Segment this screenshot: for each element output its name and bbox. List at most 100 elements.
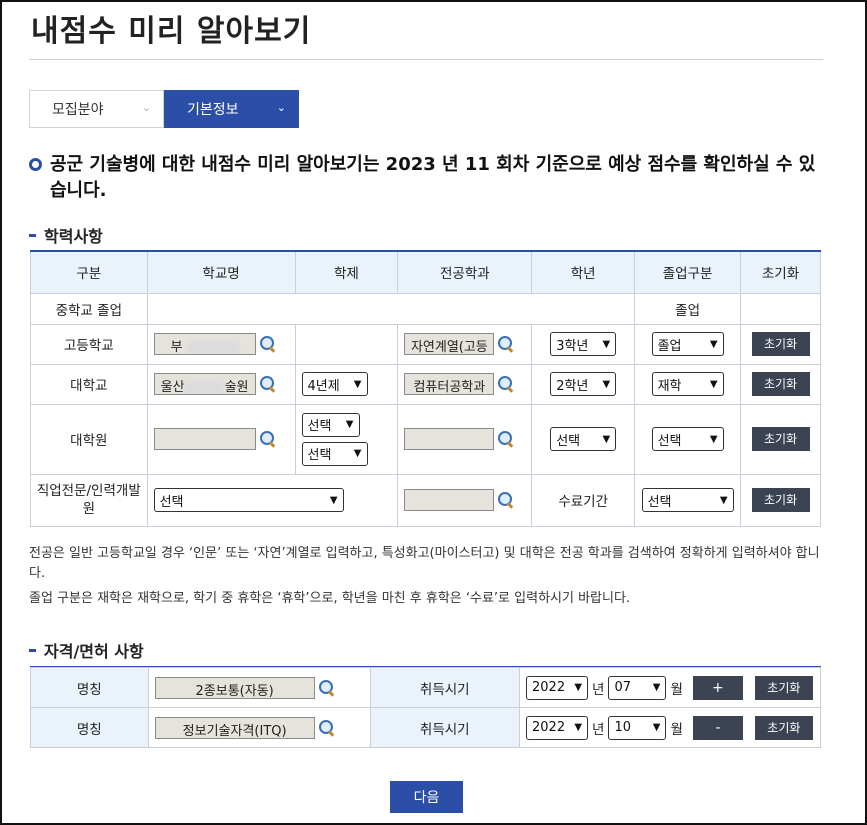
chevron-down-icon: ▼: [602, 378, 611, 390]
search-icon[interactable]: [497, 491, 515, 509]
period-select[interactable]: 선택 ▼: [641, 488, 734, 512]
reset-button[interactable]: 초기화: [751, 332, 810, 356]
degree-select[interactable]: 선택 ▼: [301, 441, 368, 466]
select-value: 재학: [657, 378, 682, 394]
license-name-field[interactable]: 2종보통(자동): [154, 676, 315, 699]
dash-icon: [29, 233, 36, 237]
month-unit: 월: [670, 721, 683, 738]
reset-button[interactable]: 초기화: [754, 715, 813, 740]
empty-cell: [740, 292, 821, 325]
row-label: 취득시기: [369, 667, 521, 708]
graduation-select[interactable]: 재학 ▼: [651, 372, 724, 396]
reset-button[interactable]: 초기화: [754, 675, 813, 700]
search-icon[interactable]: [497, 430, 515, 448]
major-field[interactable]: 컴퓨터공학과: [404, 373, 495, 395]
chevron-down-icon: ▼: [345, 419, 354, 430]
empty-cell: [146, 292, 636, 325]
col-header: 학년: [531, 250, 636, 294]
chevron-down-icon: ▼: [353, 448, 362, 459]
major-field[interactable]: 자연계열(고등: [404, 333, 495, 355]
notice: 공군 기술병에 대한 내점수 미리 알아보기는 2023 년 11 회차 기준으…: [29, 152, 829, 204]
month-select[interactable]: 10 ▼: [608, 715, 667, 740]
select-value: 10: [614, 720, 631, 735]
school-name-text: 부: [170, 340, 183, 355]
education-table: 구분 학교명 학제 전공학과 학년 졸업구분 초기화 중학교 졸업 졸업 고등학…: [30, 250, 821, 527]
search-icon[interactable]: [497, 335, 515, 353]
select-value: 선택: [556, 433, 581, 449]
chevron-down-icon: ▼: [652, 682, 661, 693]
school-system-select[interactable]: 선택 ▼: [301, 412, 360, 437]
chevron-down-icon: ▼: [719, 494, 728, 506]
select-value: 2학년: [556, 378, 589, 394]
select-value: 선택: [647, 494, 672, 510]
grade-select[interactable]: 3학년 ▼: [550, 332, 617, 356]
graduation-select[interactable]: 졸업 ▼: [651, 332, 724, 356]
major-field[interactable]: [404, 428, 495, 450]
graduation-select[interactable]: 선택 ▼: [651, 427, 724, 451]
empty-cell: [294, 323, 399, 365]
table-row-vocational: 직업전문/인력개발원 선택 ▼ 수료기간 선택 ▼ 초기화: [30, 473, 821, 527]
school-system-select[interactable]: 4년제 ▼: [301, 372, 368, 396]
select-value: 2022: [532, 680, 566, 695]
note-major: 전공은 일반 고등학교일 경우 ‘인문’ 또는 ‘자연’계열로 입력하고, 특성…: [29, 546, 820, 581]
add-license-button[interactable]: +: [692, 675, 743, 700]
search-icon[interactable]: [259, 430, 277, 448]
education-section-title: 학력사항: [29, 223, 103, 247]
select-value: 선택: [657, 433, 682, 449]
license-row: 명칭 2종보통(자동) 취득시기 2022 ▼ 년 07 ▼ 월 + 초기화: [30, 667, 821, 708]
reset-button[interactable]: 초기화: [751, 372, 810, 396]
month-select[interactable]: 07 ▼: [608, 675, 667, 700]
chevron-down-icon: ⌄: [276, 101, 286, 114]
year-unit: 년: [592, 681, 605, 698]
school-name-text: 울산: [160, 380, 185, 395]
tab-bar: 모집분야 ⌄ 기본정보 ⌄: [29, 90, 299, 128]
col-header: 전공학과: [397, 250, 533, 294]
redacted-area: [184, 380, 225, 394]
year-select[interactable]: 2022 ▼: [526, 715, 589, 740]
vocational-school-select[interactable]: 선택 ▼: [153, 488, 344, 512]
major-field[interactable]: [404, 489, 495, 511]
license-table: 명칭 2종보통(자동) 취득시기 2022 ▼ 년 07 ▼ 월 + 초기화 명칭 …: [30, 667, 821, 748]
next-button[interactable]: 다음: [390, 781, 463, 813]
tab-label: 기본정보: [187, 102, 239, 118]
license-section-title: 자격/면허 사항: [29, 638, 144, 662]
reset-button[interactable]: 초기화: [751, 427, 810, 451]
search-icon[interactable]: [318, 719, 336, 737]
graduation-value: 졸업: [634, 292, 742, 325]
license-row: 명칭 정보기술자격(ITQ) 취득시기 2022 ▼ 년 10 ▼ 월 - 초기화: [30, 707, 821, 748]
notice-text: 공군 기술병에 대한 내점수 미리 알아보기는 2023 년 11 회차 기준으…: [50, 154, 816, 201]
row-label: 명칭: [30, 707, 149, 748]
select-value: 선택: [159, 494, 184, 510]
col-header: 학교명: [146, 250, 296, 294]
grade-select[interactable]: 선택 ▼: [550, 427, 617, 451]
table-row-middle-school: 중학교 졸업 졸업: [30, 292, 821, 325]
row-label: 취득시기: [369, 707, 521, 748]
license-name-field[interactable]: 정보기술자격(ITQ): [154, 716, 315, 739]
search-icon[interactable]: [497, 375, 515, 393]
search-icon[interactable]: [259, 375, 277, 393]
period-label: 수료기간: [531, 473, 636, 527]
section-title-text: 자격/면허 사항: [44, 642, 144, 661]
page-title: 내점수 미리 알아보기: [31, 14, 312, 49]
grade-select[interactable]: 2학년 ▼: [550, 372, 617, 396]
school-name-field[interactable]: 부: [153, 333, 256, 355]
tab-basic-info[interactable]: 기본정보 ⌄: [164, 90, 299, 128]
reset-button[interactable]: 초기화: [751, 488, 810, 512]
tab-recruit-field[interactable]: 모집분야 ⌄: [29, 90, 164, 128]
row-label: 대학원: [30, 403, 148, 475]
section-title-text: 학력사항: [44, 227, 103, 246]
school-name-text: 술원: [224, 380, 249, 395]
chevron-down-icon: ▼: [602, 338, 611, 350]
redacted-area: [186, 340, 239, 354]
table-row-graduate: 대학원 선택 ▼ 선택 ▼ 선택 ▼ 선택 ▼ 초기화: [30, 403, 821, 475]
row-label: 직업전문/인력개발원: [30, 473, 148, 527]
school-name-field[interactable]: [153, 428, 256, 450]
search-icon[interactable]: [318, 679, 336, 697]
school-name-field[interactable]: 울산 술원: [153, 373, 256, 395]
search-icon[interactable]: [259, 335, 277, 353]
remove-license-button[interactable]: -: [692, 715, 743, 740]
title-divider: [29, 59, 823, 60]
select-value: 졸업: [657, 338, 682, 354]
year-select[interactable]: 2022 ▼: [526, 675, 589, 700]
tab-label: 모집분야: [52, 102, 104, 118]
